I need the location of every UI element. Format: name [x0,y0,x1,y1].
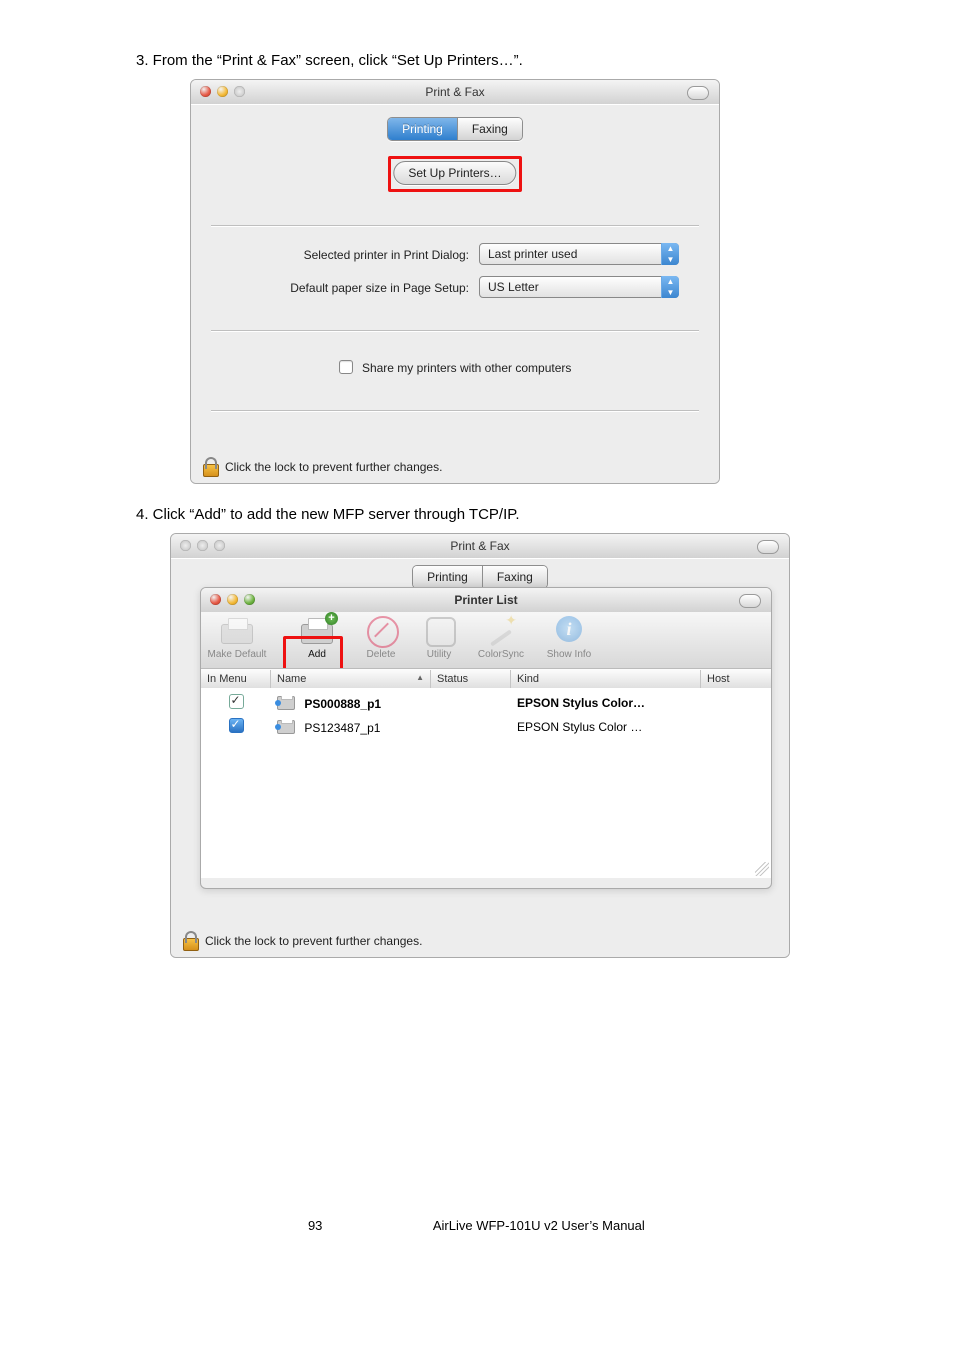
printer-row[interactable]: PS000888_p1 EPSON Stylus Color… [201,692,771,714]
make-default-label: Make Default [205,649,269,660]
lock-text: Click the lock to prevent further change… [205,934,422,948]
utility-label: Utility [407,649,471,660]
window-title: Print & Fax [191,80,719,104]
unlocked-padlock-icon[interactable] [201,457,219,477]
col-host[interactable]: Host [701,670,772,688]
tab-faxing[interactable]: Faxing [457,118,522,140]
window-title: Print & Fax [171,534,789,558]
toolbar-toggle-icon[interactable] [739,594,761,608]
printer-list-header: In Menu Name Status Kind Host [201,668,771,690]
delete-button: Delete [349,616,413,660]
page-footer: 93 AirLive WFP-101U v2 User’s Manual [60,1218,894,1233]
lock-row: Click the lock to prevent further change… [201,457,442,477]
no-entry-icon [367,616,399,648]
print-fax-window: Print & Fax Printing Faxing Set Up Print… [190,79,720,484]
printer-list-toolbar: Make Default + Add Delete Utility Co [201,612,771,669]
highlight-setup-printers [388,156,522,192]
col-status[interactable]: Status [431,670,511,688]
colorsync-icon [487,616,515,642]
row-kind: EPSON Stylus Color… [511,696,701,710]
dropdown-arrows-icon [661,276,679,298]
resize-grip-icon[interactable] [755,862,769,876]
info-icon: i [556,616,582,642]
printer-icon [277,696,295,710]
utility-icon [426,617,456,647]
label-selected-printer: Selected printer in Print Dialog: [229,248,469,262]
plus-badge-icon: + [325,612,338,625]
lock-text: Click the lock to prevent further change… [225,460,442,474]
selected-printer-value: Last printer used [488,247,577,261]
printer-list-window: Printer List Make Default + Add Delete [200,587,772,889]
make-default-button: Make Default [205,616,269,660]
dropdown-arrows-icon [661,243,679,265]
tab-printing[interactable]: Printing [388,118,457,140]
row-name: PS123487_p1 [304,721,380,735]
figure-2: Print & Fax Printing Faxing Click the lo… [170,533,894,958]
share-printers-checkbox[interactable] [339,360,353,374]
colorsync-label: ColorSync [469,649,533,660]
default-paper-size-value: US Letter [488,280,539,294]
col-kind[interactable]: Kind [511,670,701,688]
tab-row: Printing Faxing [191,117,719,141]
window-titlebar: Printer List [201,588,771,613]
window-titlebar: Print & Fax [191,80,719,105]
page-number: 93 [255,1218,375,1233]
printer-list-body: PS000888_p1 EPSON Stylus Color… PS123487… [201,688,771,878]
label-default-paper-size: Default paper size in Page Setup: [229,281,469,295]
printer-row[interactable]: PS123487_p1 EPSON Stylus Color … [201,716,771,738]
window-title: Printer List [201,588,771,612]
row-checkbox[interactable] [229,694,244,709]
row-name: PS000888_p1 [304,697,381,711]
printer-icon [277,720,295,734]
window-titlebar: Print & Fax [171,534,789,559]
toolbar-toggle-icon [757,540,779,554]
row-checkbox[interactable] [229,718,244,733]
utility-button: Utility [407,616,471,660]
lock-row: Click the lock to prevent further change… [181,931,422,951]
document-name: AirLive WFP-101U v2 User’s Manual [379,1218,699,1233]
share-printers-label: Share my printers with other computers [362,361,571,375]
col-in-menu[interactable]: In Menu [201,670,271,688]
row-kind: EPSON Stylus Color … [511,720,701,734]
selected-printer-dropdown[interactable]: Last printer used [479,243,679,265]
colorsync-button: ColorSync [469,616,533,660]
tab-faxing[interactable]: Faxing [482,566,547,588]
step-4-text: 4. Click “Add” to add the new MFP server… [60,504,894,525]
default-paper-size-dropdown[interactable]: US Letter [479,276,679,298]
delete-label: Delete [349,649,413,660]
unlocked-padlock-icon[interactable] [181,931,199,951]
col-name[interactable]: Name [271,670,431,688]
share-printers-row: Share my printers with other computers [191,360,719,375]
show-info-label: Show Info [537,649,601,660]
tab-printing[interactable]: Printing [413,566,482,588]
toolbar-toggle-icon[interactable] [687,86,709,100]
step-3-text: 3. From the “Print & Fax” screen, click … [60,50,894,71]
show-info-button: i Show Info [537,616,601,660]
figure-1: Print & Fax Printing Faxing Set Up Print… [190,79,894,484]
